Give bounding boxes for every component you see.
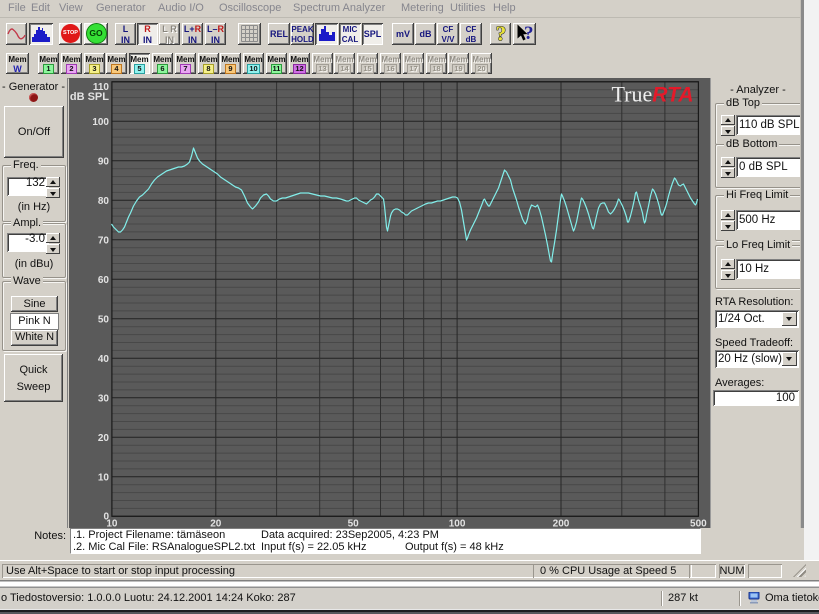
- svg-text:?: ?: [495, 23, 506, 44]
- svg-text:100: 100: [448, 518, 465, 528]
- svg-text:60: 60: [97, 275, 109, 286]
- svg-text:TrueRTA: TrueRTA: [611, 82, 693, 107]
- svg-text:90: 90: [97, 156, 109, 167]
- svg-text:80: 80: [97, 196, 109, 207]
- svg-text:20: 20: [210, 518, 222, 528]
- svg-text:100: 100: [92, 117, 109, 128]
- svg-text:10: 10: [106, 518, 118, 528]
- svg-text:10: 10: [97, 472, 109, 483]
- svg-text:40: 40: [97, 354, 109, 365]
- svg-text:dB SPL: dB SPL: [69, 91, 108, 103]
- svg-text:500: 500: [690, 518, 707, 528]
- svg-text:200: 200: [552, 518, 569, 528]
- svg-text:30: 30: [97, 393, 109, 404]
- svg-text:50: 50: [347, 518, 359, 528]
- svg-text:70: 70: [97, 235, 109, 246]
- svg-text:20: 20: [97, 433, 109, 444]
- svg-text:50: 50: [97, 314, 109, 325]
